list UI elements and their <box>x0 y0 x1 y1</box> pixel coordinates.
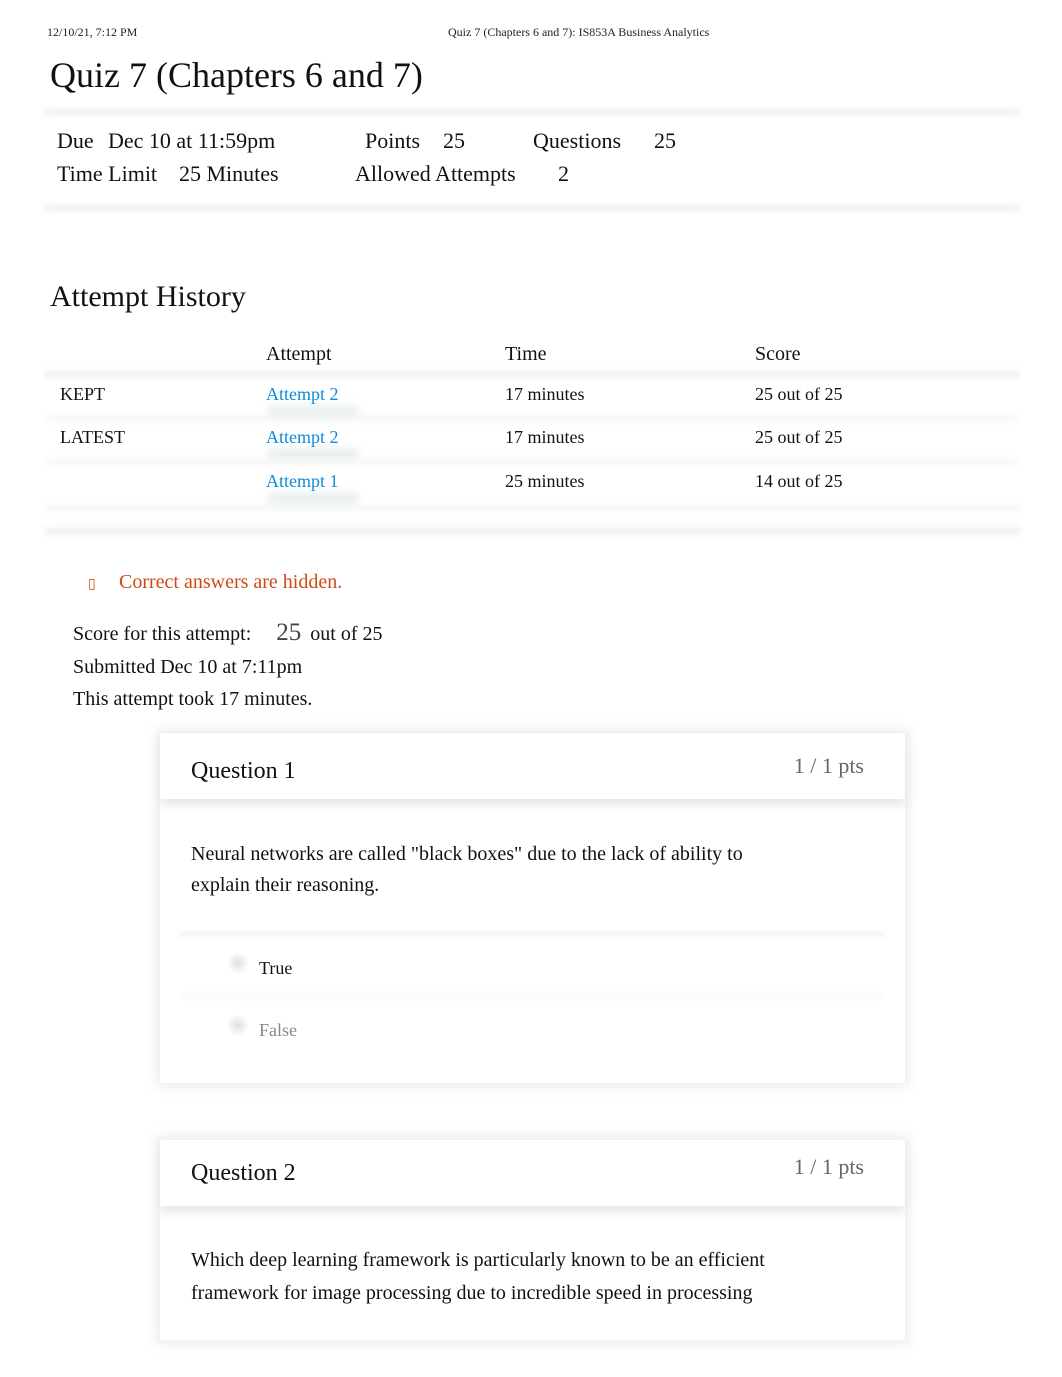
attempt-history-title: Attempt History <box>50 280 246 313</box>
print-title: Quiz 7 (Chapters 6 and 7): IS853A Busine… <box>448 25 710 39</box>
divider <box>45 412 1020 424</box>
question-card: Question 2 1 / 1 pts Which deep learning… <box>160 1140 905 1340</box>
questions-value: 25 <box>654 128 676 153</box>
info-icon: ▯ <box>88 577 96 592</box>
time-limit-label: Time Limit <box>57 161 158 186</box>
correct-answers-hidden-notice: ▯ Correct answers are hidden. <box>88 571 342 594</box>
question-card: Question 1 1 / 1 pts Neural networks are… <box>160 733 905 1083</box>
column-header-time: Time <box>505 343 547 365</box>
question-header: Question 2 1 / 1 pts <box>160 1140 905 1206</box>
attempt-score: 25 out of 25 <box>755 384 843 404</box>
divider <box>45 202 1020 214</box>
notice-text: Correct answers are hidden. <box>119 571 343 593</box>
answer-label: False <box>259 1020 297 1040</box>
radio-button[interactable] <box>228 1015 248 1035</box>
attempt-time: 17 minutes <box>505 427 585 447</box>
page-title: Quiz 7 (Chapters 6 and 7) <box>50 55 423 95</box>
divider <box>45 456 1020 468</box>
column-header-score: Score <box>755 343 801 365</box>
attempt-tag: KEPT <box>60 384 105 404</box>
question-points: 1 / 1 pts <box>793 1154 864 1179</box>
column-header-attempt: Attempt <box>266 343 332 365</box>
question-text: Which deep learning framework is particu… <box>191 1249 765 1304</box>
radio-button[interactable] <box>228 953 248 973</box>
time-limit-value: 25 Minutes <box>179 161 279 186</box>
attempt-score-line: Score for this attempt: 25 out of 25 <box>73 619 383 647</box>
due-value: Dec 10 at 11:59pm <box>108 128 276 153</box>
question-text: Neural networks are called "black boxes"… <box>191 843 743 896</box>
answer-list: True False <box>181 931 884 1055</box>
points-value: 25 <box>443 128 465 153</box>
question-title: Question 2 <box>191 1160 296 1186</box>
attempt-duration-text: This attempt took 17 minutes. <box>73 688 313 710</box>
due-label: Due <box>57 128 94 153</box>
points-label: Points <box>365 128 421 153</box>
questions-label: Questions <box>533 128 621 153</box>
attempt-link[interactable]: Attempt 2 <box>266 384 339 405</box>
divider <box>45 502 1020 514</box>
attempt-score: 25 out of 25 <box>755 427 843 447</box>
print-header: 12/10/21, 7:12 PM Quiz 7 (Chapters 6 and… <box>0 25 1062 41</box>
allowed-attempts-label: Allowed Attempts <box>355 161 516 186</box>
score-label: Score for this attempt: <box>73 623 252 645</box>
answer-label: True <box>259 958 293 978</box>
divider <box>45 525 1020 537</box>
score-suffix: out of 25 <box>310 623 383 645</box>
score-value: 25 <box>276 619 302 646</box>
divider <box>45 106 1020 118</box>
submitted-text: Submitted Dec 10 at 7:11pm <box>73 656 303 678</box>
question-points: 1 / 1 pts <box>793 753 864 778</box>
attempt-time: 25 minutes <box>505 471 585 491</box>
attempt-link[interactable]: Attempt 1 <box>266 471 339 492</box>
attempt-link[interactable]: Attempt 2 <box>266 427 339 448</box>
question-body: Which deep learning framework is particu… <box>160 1206 905 1310</box>
question-header: Question 1 1 / 1 pts <box>160 733 905 799</box>
question-title: Question 1 <box>191 758 296 784</box>
attempt-tag: LATEST <box>60 427 125 447</box>
answer-option-false[interactable]: False <box>191 999 874 1055</box>
attempt-time: 17 minutes <box>505 384 585 404</box>
question-body: Neural networks are called "black boxes"… <box>160 799 905 1055</box>
allowed-attempts-value: 2 <box>558 161 569 186</box>
print-date: 12/10/21, 7:12 PM <box>47 25 138 39</box>
divider <box>45 368 1020 380</box>
attempt-score: 14 out of 25 <box>755 471 843 491</box>
answer-option-true[interactable]: True <box>191 937 874 993</box>
